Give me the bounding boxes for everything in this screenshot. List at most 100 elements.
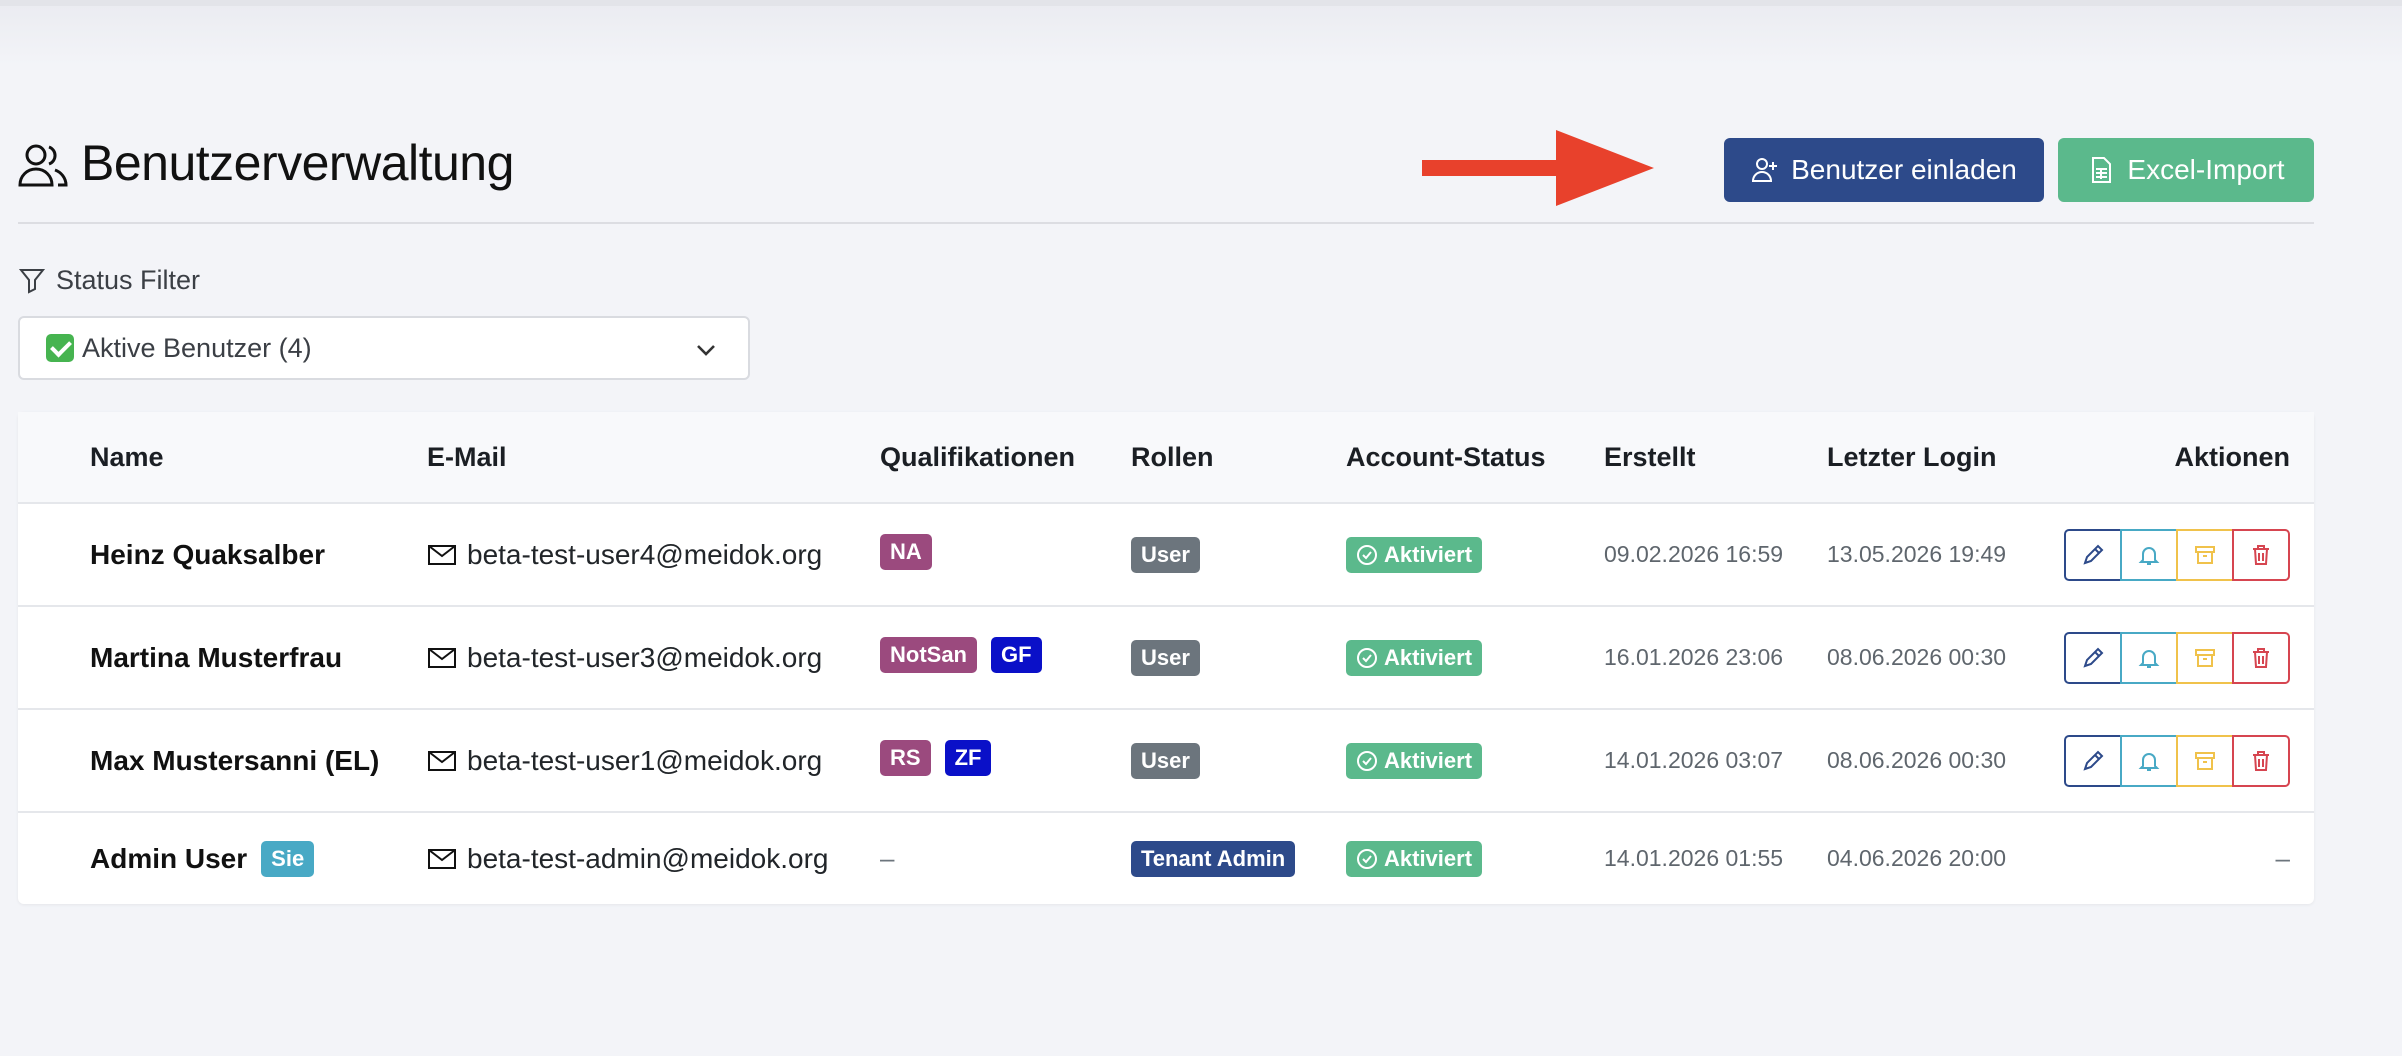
role-badge: User — [1131, 536, 1200, 573]
archive-icon — [2195, 751, 2215, 770]
invite-user-button[interactable]: Benutzer einladen — [1724, 138, 2044, 202]
status-text: Aktiviert — [1384, 644, 1473, 670]
qualifications-empty: – — [880, 843, 895, 873]
column-header-name[interactable]: Name — [90, 442, 164, 473]
status-text: Aktiviert — [1384, 541, 1473, 567]
role: User — [1131, 710, 1200, 811]
user-name: Martina Musterfrau — [90, 641, 343, 673]
users-table: Name E-Mail Qualifikationen Rollen Accou… — [18, 412, 2314, 904]
table-row: Admin User Sie beta-test-admin@meidok.or… — [18, 813, 2314, 904]
delete-button[interactable] — [2232, 528, 2290, 581]
last-login-date: 08.06.2026 00:30 — [1827, 644, 2007, 670]
envelope-icon — [428, 647, 456, 668]
delete-button[interactable] — [2232, 631, 2290, 684]
envelope-icon — [428, 544, 456, 565]
edit-button[interactable] — [2064, 734, 2122, 787]
last-login-date: 13.05.2026 19:49 — [1827, 541, 2007, 567]
notify-button[interactable] — [2120, 631, 2178, 684]
chevron-down-icon — [697, 345, 715, 356]
account-status: Aktiviert — [1346, 710, 1483, 811]
role: Tenant Admin — [1131, 813, 1296, 904]
column-header-created[interactable]: Erstellt — [1604, 442, 1696, 473]
archive-button[interactable] — [2176, 528, 2234, 581]
table-header: Name E-Mail Qualifikationen Rollen Accou… — [18, 412, 2314, 504]
user-email: beta-test-admin@meidok.org — [427, 813, 828, 904]
column-header-actions: Aktionen — [2174, 442, 2290, 472]
column-header-email[interactable]: E-Mail — [427, 442, 507, 473]
qualifications: NA — [880, 504, 932, 605]
qualifications: NotSan GF — [880, 607, 1042, 708]
trash-icon — [2253, 647, 2269, 668]
edit-button[interactable] — [2064, 631, 2122, 684]
archive-button[interactable] — [2176, 631, 2234, 684]
last-login-date: 08.06.2026 00:30 — [1827, 747, 2007, 773]
pencil-icon — [2083, 647, 2104, 668]
row-actions — [2064, 607, 2290, 708]
user-email-text: beta-test-user3@meidok.org — [467, 641, 823, 673]
role: User — [1131, 504, 1200, 605]
status-badge: Aktiviert — [1346, 536, 1483, 573]
qualification-badge: NotSan — [880, 637, 977, 673]
qualification-badge: NA — [880, 534, 932, 570]
excel-import-button[interactable]: Excel-Import — [2058, 138, 2314, 202]
actions-empty: – — [2275, 843, 2290, 873]
status-filter-label: Status Filter — [18, 262, 200, 298]
invite-user-label: Benutzer einladen — [1791, 154, 2017, 185]
user-name: Admin User — [90, 842, 248, 874]
users-icon — [18, 144, 68, 187]
row-actions — [2064, 504, 2290, 605]
status-filter-text: Status Filter — [56, 264, 201, 295]
row-actions — [2064, 710, 2290, 811]
bell-icon — [2138, 649, 2160, 668]
user-email-text: beta-test-user1@meidok.org — [467, 744, 823, 776]
bell-icon — [2138, 752, 2160, 771]
table-row: Max Mustersanni (EL) beta-test-user1@mei… — [18, 710, 2314, 813]
last-login-date: 04.06.2026 20:00 — [1827, 845, 2007, 871]
role-badge: Tenant Admin — [1131, 840, 1296, 877]
page-header: Benutzerverwaltung Benutzer einladen Exc… — [18, 130, 2314, 224]
spreadsheet-icon — [2092, 157, 2112, 183]
self-badge: Sie — [261, 840, 315, 877]
created-date: 14.01.2026 03:07 — [1604, 747, 1784, 773]
check-circle-icon — [1357, 848, 1377, 869]
top-shadow — [0, 6, 2402, 66]
status-filter-value: Aktive Benutzer (4) — [82, 332, 312, 363]
status-badge: Aktiviert — [1346, 840, 1483, 877]
role-badge: User — [1131, 742, 1200, 779]
check-circle-icon — [1357, 647, 1377, 668]
user-email: beta-test-user1@meidok.org — [427, 710, 822, 811]
account-status: Aktiviert — [1346, 813, 1483, 904]
status-text: Aktiviert — [1384, 845, 1473, 871]
delete-button[interactable] — [2232, 734, 2290, 787]
envelope-icon — [428, 750, 456, 771]
qualification-badge: GF — [991, 637, 1042, 673]
notify-button[interactable] — [2120, 528, 2178, 581]
account-status: Aktiviert — [1346, 504, 1483, 605]
user-email-text: beta-test-user4@meidok.org — [467, 538, 823, 570]
envelope-icon — [428, 848, 456, 869]
user-email-text: beta-test-admin@meidok.org — [467, 842, 829, 874]
role-badge: User — [1131, 639, 1200, 676]
archive-button[interactable] — [2176, 734, 2234, 787]
column-header-last-login[interactable]: Letzter Login — [1827, 442, 1997, 473]
filter-icon — [18, 269, 46, 294]
table-row: Heinz Quaksalber beta-test-user4@meidok.… — [18, 504, 2314, 607]
created-date: 09.02.2026 16:59 — [1604, 541, 1784, 567]
created-date: 16.01.2026 23:06 — [1604, 644, 1784, 670]
column-header-roles[interactable]: Rollen — [1131, 442, 1214, 473]
user-plus-icon — [1752, 158, 1778, 182]
user-email: beta-test-user3@meidok.org — [427, 607, 822, 708]
qualification-badge: RS — [880, 740, 931, 776]
bell-icon — [2138, 546, 2160, 565]
role: User — [1131, 607, 1200, 708]
notify-button[interactable] — [2120, 734, 2178, 787]
status-badge: Aktiviert — [1346, 742, 1483, 779]
check-circle-icon — [1357, 750, 1377, 771]
status-filter-select[interactable]: Aktive Benutzer (4) — [18, 316, 750, 380]
column-header-account-status[interactable]: Account-Status — [1346, 442, 1546, 473]
user-name: Heinz Quaksalber — [90, 538, 325, 570]
pencil-icon — [2083, 544, 2104, 565]
annotation-arrow — [1422, 130, 1654, 206]
edit-button[interactable] — [2064, 528, 2122, 581]
column-header-qualifications[interactable]: Qualifikationen — [880, 442, 1075, 473]
